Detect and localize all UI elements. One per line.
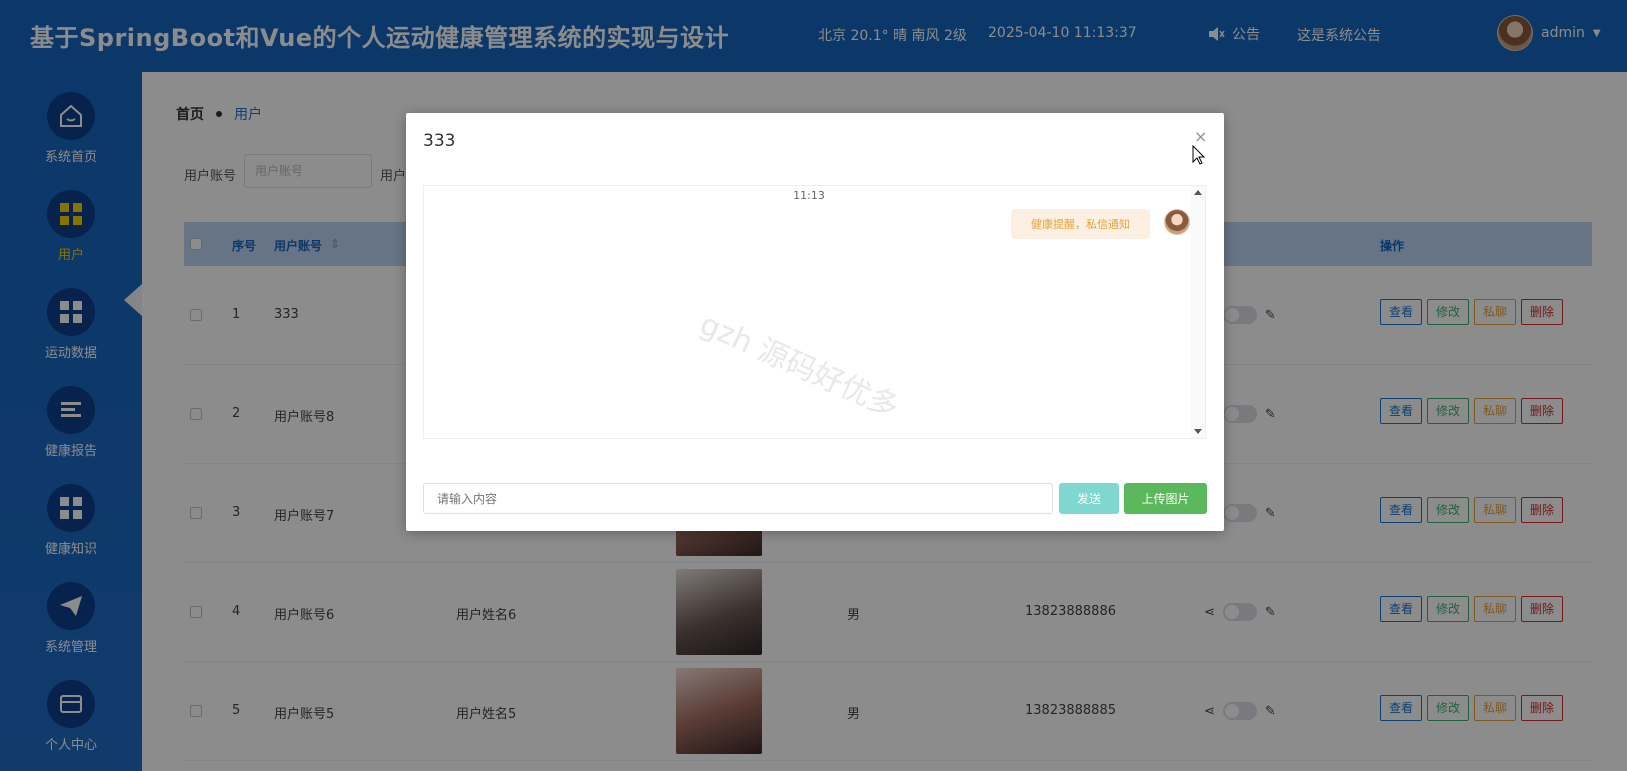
scroll-up-icon[interactable] [1194,190,1202,195]
chat-message: 健康提醒，私信通知 [1011,209,1150,239]
mouse-cursor-icon [1192,145,1206,165]
dialog-title: 333 [423,131,456,151]
scroll-down-icon[interactable] [1194,429,1202,434]
chat-history[interactable]: 11:13 健康提醒，私信通知 gzh 源码好优多 [423,185,1206,439]
send-button[interactable]: 发送 [1059,483,1119,514]
chat-scrollbar[interactable] [1191,186,1205,438]
upload-image-button[interactable]: 上传图片 [1124,483,1207,514]
chat-timestamp: 11:13 [793,189,825,202]
message-input[interactable] [423,483,1053,514]
chat-dialog: 333 × 11:13 健康提醒，私信通知 gzh 源码好优多 发送 上传图片 [406,113,1224,531]
close-icon[interactable]: × [1194,127,1207,146]
watermark: gzh 源码好优多 [694,306,904,426]
avatar [1164,209,1190,235]
